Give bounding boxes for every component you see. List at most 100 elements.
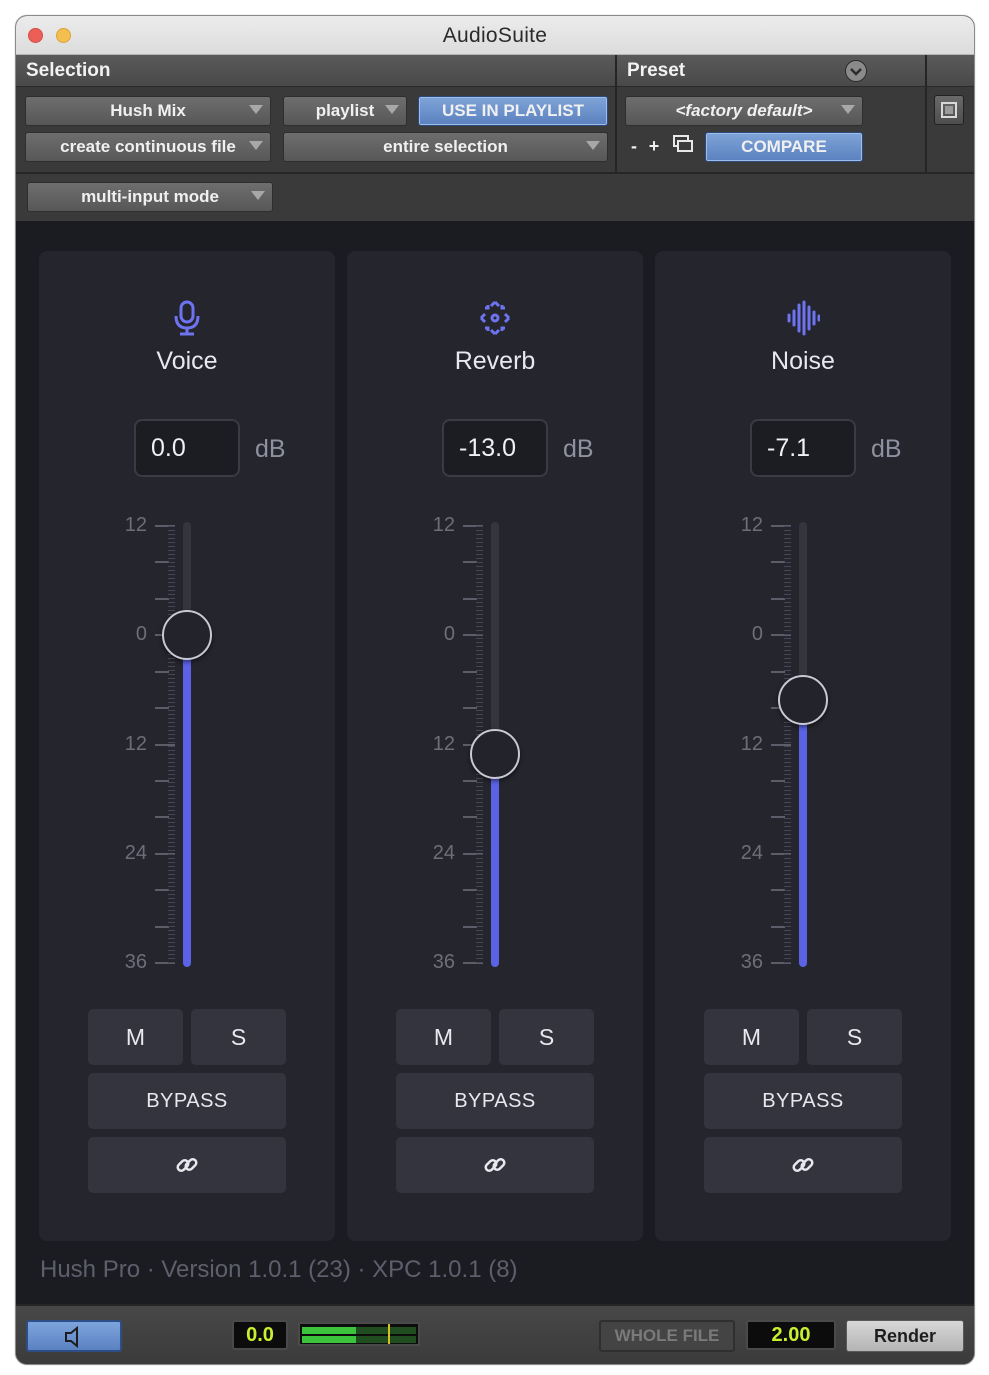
level-unit: dB [871, 435, 902, 463]
section-divider [925, 55, 927, 172]
preset-library-icon[interactable] [671, 134, 695, 160]
output-level-meter [298, 1322, 420, 1346]
header-divider [16, 172, 974, 174]
scale-tick-minor [771, 561, 785, 564]
scale-label: 0 [751, 623, 763, 646]
scale-label: 36 [740, 951, 763, 973]
compare-button[interactable]: COMPARE [705, 132, 863, 162]
expand-window-icon[interactable] [934, 95, 964, 125]
scale-label: 12 [432, 514, 455, 536]
scale-tick-minor [155, 925, 169, 928]
mute-button[interactable]: M [396, 1009, 491, 1065]
scale-label: 36 [432, 951, 455, 973]
level-unit: dB [563, 435, 594, 463]
preset-menu-icon[interactable] [845, 60, 867, 82]
level-slider-fill [799, 699, 807, 967]
level-slider-knob[interactable] [470, 728, 520, 779]
scale-tick-minor [155, 707, 169, 710]
scale-tick-minor [155, 779, 169, 782]
preview-button[interactable] [26, 1320, 122, 1352]
scale-tick-minor [155, 561, 169, 564]
scale-tick-minor [771, 779, 785, 782]
link-icon [484, 1157, 506, 1173]
scale-tick-minor [463, 816, 477, 819]
level-slider-knob[interactable] [778, 674, 828, 725]
speaker-icon [65, 1325, 78, 1349]
scale-tick-minor [463, 889, 477, 892]
scale-fine-ticks [168, 526, 175, 963]
mute-button[interactable]: M [88, 1009, 183, 1065]
scale-tick-minor [771, 670, 785, 673]
level-value-input[interactable]: -7.1 [750, 419, 856, 477]
level-value-input[interactable]: -13.0 [442, 419, 548, 477]
input-mode-select[interactable]: multi-input mode [27, 182, 273, 212]
level-slider-knob[interactable] [162, 610, 212, 661]
scale-label: 12 [124, 732, 147, 755]
audiosuite-footer: 0.0 WHOLE FILE 2.00 Render [16, 1304, 974, 1364]
mute-button[interactable]: M [704, 1009, 799, 1065]
waveform-icon [655, 299, 951, 336]
section-divider [615, 55, 617, 172]
version-info: Hush Pro · Version 1.0.1 (23) · XPC 1.0.… [40, 1256, 518, 1283]
scale-label: 12 [432, 732, 455, 755]
scale-fine-ticks [784, 526, 791, 963]
preset-select[interactable]: <factory default> [625, 96, 863, 126]
scale-tick-minor [463, 779, 477, 782]
solo-button[interactable]: S [499, 1009, 594, 1065]
preset-plus-button[interactable]: + [646, 134, 662, 160]
scale-tick-minor [771, 597, 785, 600]
scale-label: 12 [740, 732, 763, 755]
level-slider-fill [491, 753, 499, 967]
plugin-select[interactable]: Hush Mix [25, 96, 271, 126]
playlist-select[interactable]: playlist [283, 96, 407, 126]
link-icon [792, 1157, 814, 1173]
scale-label: 0 [443, 623, 455, 646]
level-unit: dB [255, 435, 286, 463]
preset-label-text: Preset [627, 60, 686, 81]
microphone-icon [39, 299, 335, 336]
scale-label: 12 [124, 514, 147, 536]
preset-minus-button[interactable]: - [626, 134, 642, 160]
preset-section-label: Preset [617, 55, 927, 87]
strip-name: Reverb [454, 347, 536, 375]
scale-label: 12 [740, 514, 763, 536]
scale-tick-minor [463, 561, 477, 564]
link-button[interactable] [396, 1137, 594, 1193]
link-icon [176, 1157, 198, 1173]
scale-tick-minor [463, 707, 477, 710]
render-button[interactable]: Render [846, 1320, 964, 1352]
audiosuite-header: Selection Preset Hush Mix playlist USE I… [16, 55, 974, 221]
scale-label: 24 [740, 841, 763, 864]
window-title: AudioSuite [442, 24, 548, 47]
scale-tick-minor [155, 670, 169, 673]
whole-file-button[interactable]: WHOLE FILE [599, 1320, 735, 1352]
channel-strip-noise: Noise -7.1 dB 12 0 12 24 36 M S BYPASS [655, 251, 951, 1241]
scale-tick-minor [463, 597, 477, 600]
use-in-playlist-button[interactable]: USE IN PLAYLIST [418, 96, 608, 126]
processing-scope-select[interactable]: entire selection [283, 132, 608, 162]
level-value-input[interactable]: 0.0 [134, 419, 240, 477]
scale-tick-minor [771, 889, 785, 892]
link-button[interactable] [704, 1137, 902, 1193]
scale-tick-minor [463, 925, 477, 928]
scale-label: 0 [135, 623, 147, 646]
channel-strip-reverb: Reverb -13.0 dB 12 0 12 24 36 M S BYPASS [347, 251, 643, 1241]
title-bar: AudioSuite [16, 16, 974, 55]
solo-button[interactable]: S [807, 1009, 902, 1065]
bypass-button[interactable]: BYPASS [704, 1073, 902, 1129]
scale-tick-minor [155, 816, 169, 819]
bypass-button[interactable]: BYPASS [396, 1073, 594, 1129]
channel-strip-voice: Voice 0.0 dB 12 0 12 24 36 M S BYPASS [39, 251, 335, 1241]
bypass-button[interactable]: BYPASS [88, 1073, 286, 1129]
scale-tick-minor [771, 816, 785, 819]
plugin-panel: Voice 0.0 dB 12 0 12 24 36 M S BYPASS Reverb -13.0 dB… [16, 221, 974, 1304]
link-button[interactable] [88, 1137, 286, 1193]
preview-gain-display[interactable]: 0.0 [232, 1320, 288, 1350]
scale-tick-minor [155, 889, 169, 892]
handle-length-display[interactable]: 2.00 [746, 1320, 836, 1350]
scale-tick-minor [155, 597, 169, 600]
file-mode-select[interactable]: create continuous file [25, 132, 271, 162]
solo-button[interactable]: S [191, 1009, 286, 1065]
scale-label: 24 [124, 841, 147, 864]
scale-label: 24 [432, 841, 455, 864]
